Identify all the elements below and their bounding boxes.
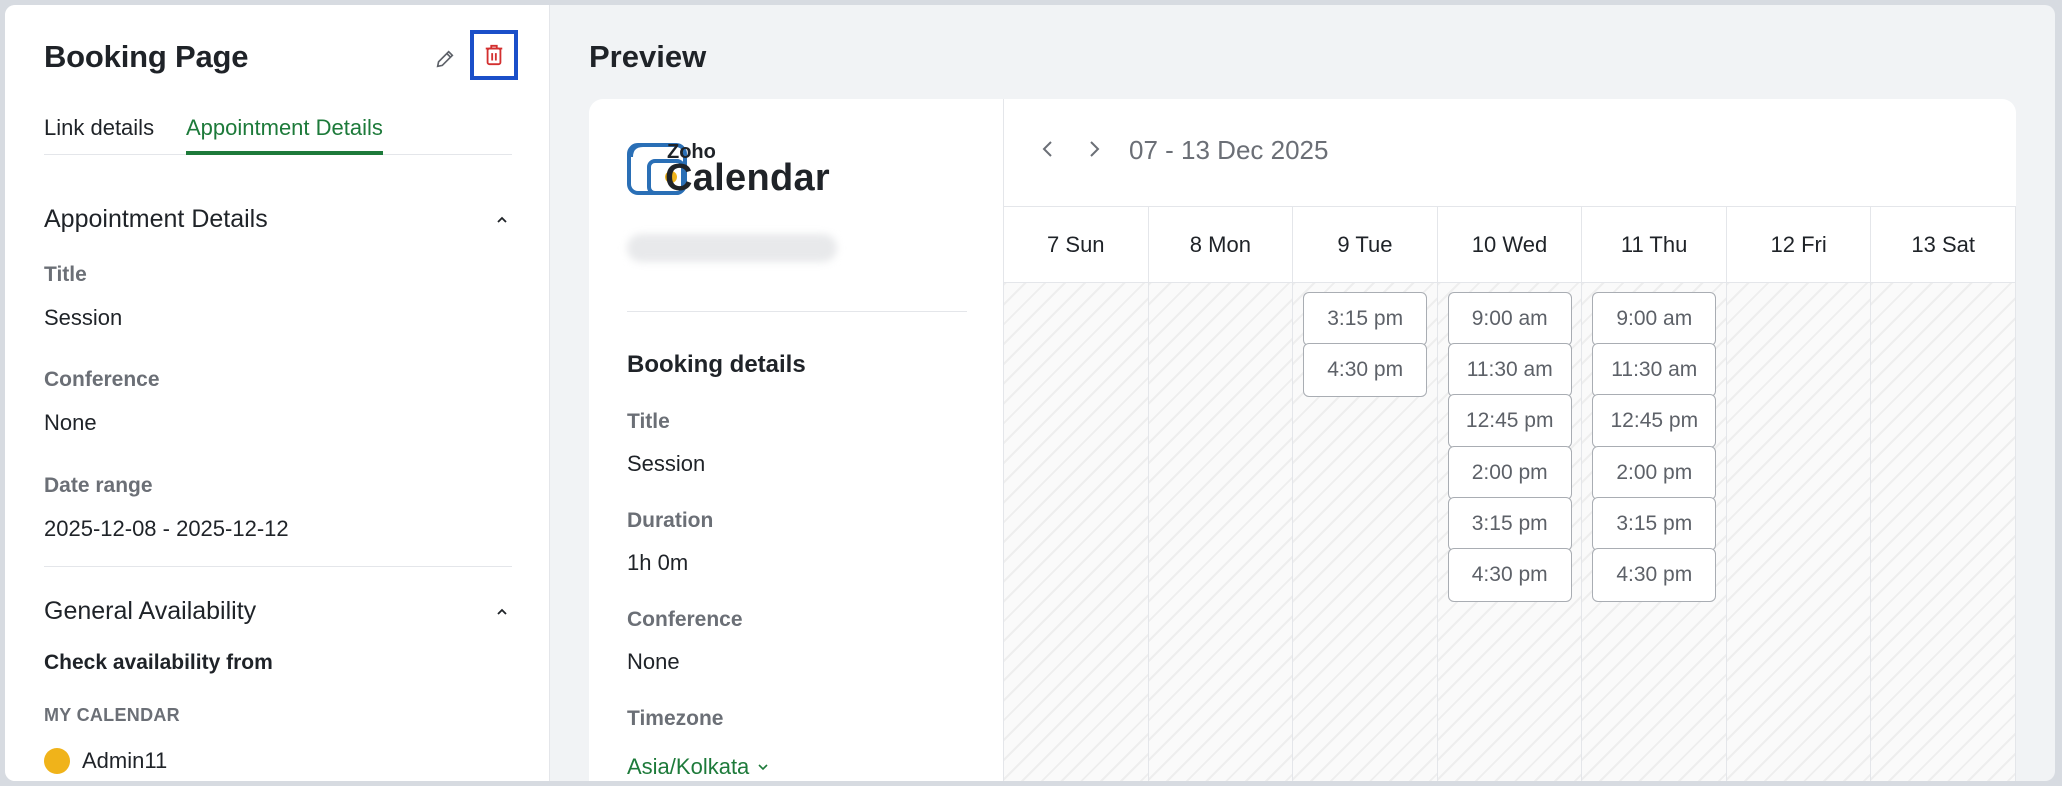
day-column: 8 Mon xyxy=(1148,207,1294,781)
logo-brand-large: Calendar xyxy=(665,157,831,199)
blurred-host-name xyxy=(627,234,837,262)
week-range-label: 07 - 13 Dec 2025 xyxy=(1129,135,1329,165)
day-slots-area xyxy=(1148,283,1293,781)
day-slots-area: 9:00 am 11:30 am 12:45 pm 2:00 pm 3:15 pm 4:3… xyxy=(1437,283,1582,781)
time-slot-button[interactable]: 4:30 pm xyxy=(1592,548,1717,602)
trash-icon xyxy=(485,44,503,66)
week-slot-grid: 7 Sun 8 Mon 9 Tue 3:15 pm 4:30 pm 10 Wed 9:00 … xyxy=(1004,206,2016,781)
time-slot-button[interactable]: 4:30 pm xyxy=(1303,343,1428,398)
day-slots-area xyxy=(1871,283,2016,781)
timezone-label: Timezone xyxy=(627,707,724,730)
timezone-dropdown[interactable]: Asia/Kolkata xyxy=(627,754,769,780)
date-range-label: Date range xyxy=(44,474,153,497)
time-slot-button[interactable]: 2:00 pm xyxy=(1592,445,1717,500)
title-value: Session xyxy=(44,305,123,330)
time-slot-button[interactable]: 3:15 pm xyxy=(1447,496,1572,551)
chevron-up-icon[interactable] xyxy=(495,605,509,619)
day-header: 7 Sun xyxy=(1004,207,1148,283)
tab-appointment-details[interactable]: Appointment Details xyxy=(186,115,383,155)
calendar-color-dot xyxy=(44,748,70,774)
appointment-details-heading: Appointment Details xyxy=(44,205,268,233)
day-column: 10 Wed 9:00 am 11:30 am 12:45 pm 2:00 pm 3:15… xyxy=(1437,207,1583,781)
day-header: 10 Wed xyxy=(1437,207,1582,283)
section-divider xyxy=(44,566,512,567)
time-slot-button[interactable]: 3:15 pm xyxy=(1303,292,1428,346)
panel-tabs: Link details Appointment Details xyxy=(44,109,512,155)
day-header: 8 Mon xyxy=(1148,207,1293,283)
calendar-user-row[interactable]: Admin11 xyxy=(44,746,167,776)
day-column: 9 Tue 3:15 pm 4:30 pm xyxy=(1293,207,1438,781)
calendar-user-name: Admin11 xyxy=(82,748,168,773)
conference-label: Conference xyxy=(44,368,160,391)
time-slot-button[interactable]: 11:30 am xyxy=(1447,343,1572,398)
check-availability-label: Check availability from xyxy=(44,651,273,674)
edit-button[interactable] xyxy=(431,45,459,73)
day-slots-area xyxy=(1726,283,1871,781)
date-range-value: 2025-12-08 - 2025-12-12 xyxy=(44,516,289,541)
day-column: 12 Fri xyxy=(1726,207,1872,781)
duration-label: Duration xyxy=(627,509,714,532)
my-calendar-label: MY CALENDAR xyxy=(44,705,180,725)
time-slot-button[interactable]: 12:45 pm xyxy=(1592,394,1717,449)
card-divider xyxy=(627,311,967,312)
day-header: 11 Thu xyxy=(1582,207,1726,283)
booking-title-value: Session xyxy=(627,451,706,476)
settings-panel: Booking Page Link details Appointment De… xyxy=(5,5,550,781)
preview-title: Preview xyxy=(589,39,707,74)
day-slots-area: 3:15 pm 4:30 pm xyxy=(1293,283,1437,781)
chevron-down-icon xyxy=(758,764,768,771)
title-label: Title xyxy=(44,263,87,286)
duration-value: 1h 0m xyxy=(627,550,689,575)
day-header: 12 Fri xyxy=(1726,207,1871,283)
timezone-value: Asia/Kolkata xyxy=(627,754,750,779)
time-slot-button[interactable]: 11:30 am xyxy=(1592,343,1717,398)
day-header: 13 Sat xyxy=(1871,207,2016,283)
next-week-button[interactable] xyxy=(1078,133,1110,165)
general-availability-heading: General Availability xyxy=(44,597,257,625)
app-window: Booking Page Link details Appointment De… xyxy=(5,5,2055,781)
tab-link-details[interactable]: Link details xyxy=(44,115,154,151)
booking-title-label: Title xyxy=(627,410,670,433)
booking-info-column: Zoho Calendar Booking details Title Sess… xyxy=(589,99,1004,781)
booking-details-heading: Booking details xyxy=(627,351,806,378)
time-slot-button[interactable]: 4:30 pm xyxy=(1447,548,1572,602)
booking-conference-value: None xyxy=(627,649,680,674)
previous-week-button[interactable] xyxy=(1032,133,1064,165)
chevron-left-icon xyxy=(1042,141,1052,157)
booking-preview-card: Zoho Calendar Booking details Title Sess… xyxy=(589,99,2016,781)
time-slot-button[interactable]: 3:15 pm xyxy=(1592,496,1717,551)
chevron-right-icon xyxy=(1090,141,1100,157)
day-column: 13 Sat xyxy=(1871,207,2016,781)
time-slot-button[interactable]: 12:45 pm xyxy=(1447,394,1572,449)
time-slot-button[interactable]: 2:00 pm xyxy=(1447,445,1572,500)
conference-value: None xyxy=(44,410,97,435)
time-slot-button[interactable]: 9:00 am xyxy=(1592,292,1717,346)
time-slot-button[interactable]: 9:00 am xyxy=(1447,292,1572,346)
day-slots-area xyxy=(1004,283,1148,781)
day-slots-area: 9:00 am 11:30 am 12:45 pm 2:00 pm 3:15 pm 4:3… xyxy=(1582,283,1726,781)
day-header: 9 Tue xyxy=(1293,207,1437,283)
page-title: Booking Page xyxy=(44,39,249,74)
week-navigation: 07 - 13 Dec 2025 xyxy=(1004,99,2016,207)
day-column: 7 Sun xyxy=(1004,207,1149,781)
delete-button[interactable] xyxy=(470,30,518,80)
day-column: 11 Thu 9:00 am 11:30 am 12:45 pm 2:00 pm 3:15… xyxy=(1582,207,1727,781)
booking-conference-label: Conference xyxy=(627,608,743,631)
pencil-icon xyxy=(436,50,454,68)
chevron-up-icon[interactable] xyxy=(495,213,509,227)
